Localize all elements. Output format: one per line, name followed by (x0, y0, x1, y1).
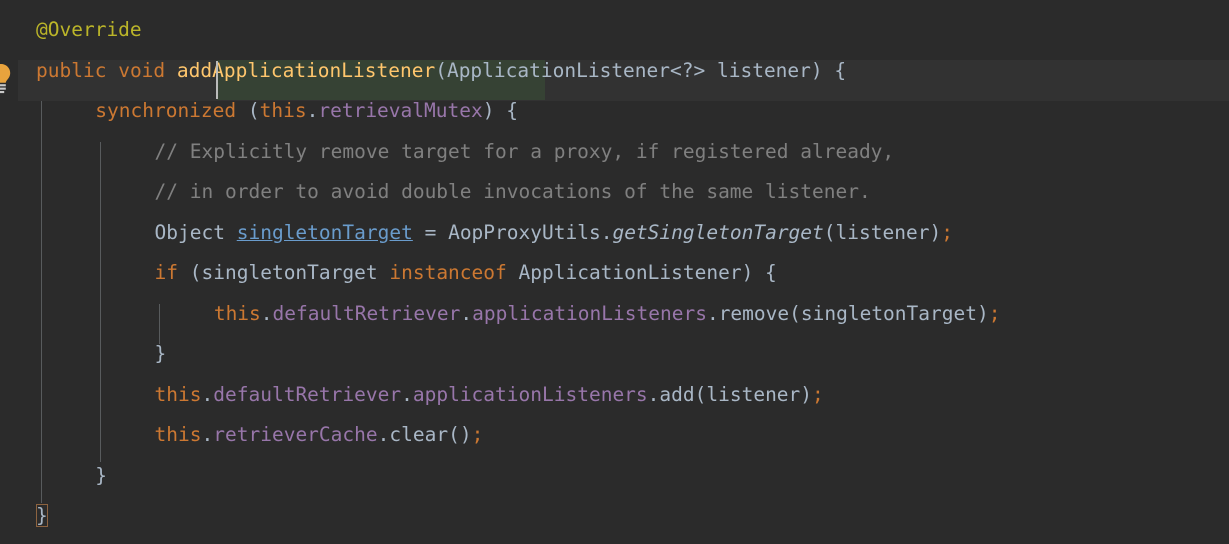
code-line[interactable]: this.defaultRetriever.applicationListene… (0, 375, 1229, 416)
token-plain: AopProxyUtils (448, 220, 601, 244)
code-line-text: this.defaultRetriever.applicationListene… (214, 294, 1001, 335)
code-editor-canvas[interactable]: @Override public void addApplicationListe… (0, 0, 1229, 544)
token-field: defaultRetriever (272, 301, 461, 325)
token-plain: . (306, 99, 319, 122)
token-plain: .clear() (377, 423, 472, 446)
token-kw: void (118, 58, 166, 82)
code-line-text: synchronized (this.retrievalMutex) { (95, 91, 518, 132)
code-line-text: Object singletonTarget = AopProxyUtils.g… (155, 213, 953, 254)
token-stat: getSingletonTarget (612, 220, 824, 244)
token-kw: synchronized (95, 99, 237, 122)
token-plain: ApplicationListener (446, 58, 671, 82)
token-field: retrievalMutex (318, 99, 483, 122)
token-field: applicationListeners (412, 382, 648, 406)
token-plain: = (412, 220, 449, 244)
code-line[interactable]: } (0, 334, 1229, 375)
token-kw: this (259, 99, 307, 122)
code-line-text: // Explicitly remove target for a proxy,… (155, 132, 895, 173)
code-line-text: public void addApplicationListener(Appli… (36, 51, 846, 92)
token-brace: } (154, 342, 167, 365)
token-plain: .add(listener) (647, 382, 813, 406)
token-plain: listener (716, 58, 811, 82)
code-line[interactable]: this.defaultRetriever.applicationListene… (0, 294, 1229, 335)
token-plain: <?> (670, 58, 717, 82)
token-plain: . (600, 220, 613, 244)
code-line[interactable]: // in order to avoid double invocations … (0, 172, 1229, 213)
token-matchbrace: } (36, 504, 48, 527)
code-line[interactable]: @Override (0, 10, 1229, 51)
code-line[interactable]: } (0, 456, 1229, 497)
token-kw: this (154, 423, 202, 446)
token-plain: Object (154, 220, 237, 244)
token-plain: ( (236, 99, 260, 122)
token-brace: } (95, 463, 108, 487)
code-line[interactable]: } (0, 496, 1229, 537)
token-kw: this (213, 301, 261, 325)
code-line-text: this.retrieverCache.clear(); (155, 415, 484, 456)
token-plain: . (401, 382, 413, 406)
token-plain: ) { (810, 58, 847, 82)
token-plain: ( (435, 58, 447, 82)
token-plain: ) { (482, 99, 518, 122)
token-field: retrieverCache (213, 423, 378, 446)
token-plain: (listener) (823, 220, 942, 244)
code-line[interactable]: synchronized (this.retrievalMutex) { (0, 91, 1229, 132)
token-semi: ; (988, 301, 1001, 325)
code-line-text: if (singletonTarget instanceof Applicati… (155, 253, 777, 294)
token-kw: this (154, 382, 202, 406)
token-plain: .remove(singletonTarget) (706, 301, 989, 325)
token-semi: ; (941, 220, 953, 244)
token-plain: ApplicationListener) { (506, 261, 777, 284)
code-line-text: // in order to avoid double invocations … (155, 172, 871, 213)
code-line[interactable]: // Explicitly remove target for a proxy,… (0, 132, 1229, 173)
code-line[interactable]: this.retrieverCache.clear(); (0, 415, 1229, 456)
code-line-text: } (155, 334, 167, 375)
token-kw: public (36, 58, 107, 82)
token-plain: . (260, 301, 273, 325)
token-plain: . (460, 301, 473, 325)
token-localv: singletonTarget (236, 220, 413, 244)
token-plain: . (201, 382, 214, 406)
token-cmt: // Explicitly remove target for a proxy,… (154, 139, 895, 163)
token-anno: @Override (36, 18, 142, 41)
token-semi: ; (812, 382, 824, 406)
code-line-text: this.defaultRetriever.applicationListene… (155, 375, 824, 416)
token-plain: (singletonTarget (178, 261, 390, 284)
code-line[interactable]: Object singletonTarget = AopProxyUtils.g… (0, 213, 1229, 254)
code-line-text: } (95, 456, 107, 497)
token-kw: instanceof (389, 261, 507, 284)
text-caret (216, 61, 218, 99)
token-cmt: // in order to avoid double invocations … (154, 180, 871, 203)
code-line[interactable]: public void addApplicationListener(Appli… (0, 51, 1229, 92)
token-field: applicationListeners (472, 301, 707, 325)
lightbulb-icon[interactable] (0, 60, 14, 100)
token-field: defaultRetriever (213, 382, 402, 406)
code-line[interactable]: if (singletonTarget instanceof Applicati… (0, 253, 1229, 294)
token-kw: if (154, 261, 179, 284)
token-plain: . (201, 423, 214, 446)
token-semi: ; (471, 423, 484, 446)
code-line-text: @Override (36, 10, 142, 51)
code-line-text: } (36, 496, 48, 537)
